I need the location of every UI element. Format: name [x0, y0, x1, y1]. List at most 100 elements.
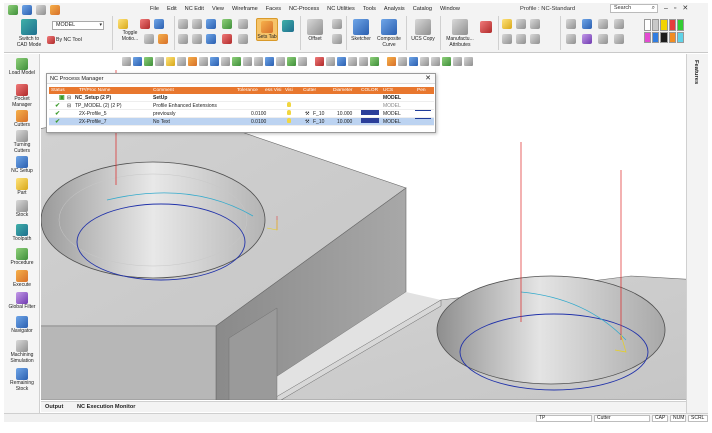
box-icon[interactable]	[158, 34, 168, 44]
left-panel-item-machining-simulation[interactable]: Machining Simulation	[4, 340, 40, 364]
menu-item-catalog[interactable]: Catalog	[409, 3, 436, 15]
rotate-icon[interactable]	[582, 19, 592, 29]
toolbar-tool-icon[interactable]	[144, 57, 153, 66]
table-row[interactable]: ✔ 2X-Profile_5 previously 0.0100 ⚒ F_10 10.000…	[49, 110, 434, 118]
column-header[interactable]: Pen	[417, 87, 426, 94]
column-header[interactable]: ess Visi	[265, 87, 281, 94]
toolbar-tool-icon[interactable]	[265, 57, 274, 66]
menu-item-faces[interactable]: Faces	[262, 3, 285, 15]
palette-swatch[interactable]	[660, 19, 668, 31]
menu-item-nc-utilities[interactable]: NC Utilities	[323, 3, 359, 15]
light-icon[interactable]	[614, 19, 624, 29]
left-panel-item-procedure[interactable]: Procedure	[4, 248, 40, 267]
quick-undo-icon[interactable]	[36, 5, 46, 15]
grid-icon[interactable]	[192, 19, 202, 29]
toolbar-tool-icon[interactable]	[359, 57, 368, 66]
switch-to-cad-button[interactable]: Switch to CAD Mode	[10, 19, 48, 48]
table-row[interactable]: ▣ ⊟ NC_Setup (2 P) SetUp MODEL	[49, 94, 434, 102]
column-header[interactable]: Comment	[153, 87, 174, 94]
column-header[interactable]: UCS	[383, 87, 393, 94]
toolbar-tool-icon[interactable]	[210, 57, 219, 66]
menu-item-file[interactable]: File	[146, 3, 163, 15]
arc-icon[interactable]	[332, 34, 342, 44]
tab-nc-execution-monitor[interactable]: NC Execution Monitor	[77, 402, 135, 413]
color-icon[interactable]	[222, 34, 232, 44]
menu-item-nc-process[interactable]: NC-Process	[285, 3, 323, 15]
view-direction-icon[interactable]	[582, 34, 592, 44]
sketcher-button[interactable]: Sketcher	[348, 19, 374, 42]
palette-swatch[interactable]	[660, 31, 668, 43]
toolbar-tool-icon[interactable]	[464, 57, 473, 66]
toolbar-tool-icon[interactable]	[221, 57, 230, 66]
toolbar-tool-icon[interactable]	[166, 57, 175, 66]
note-icon[interactable]	[502, 19, 512, 29]
left-panel-item-global-filter[interactable]: Global Filter	[4, 292, 40, 311]
row-color-swatch[interactable]	[361, 110, 379, 115]
info-icon[interactable]	[192, 34, 202, 44]
quick-redo-icon[interactable]	[50, 5, 60, 15]
color-palette[interactable]	[644, 19, 684, 43]
toolbar-tool-icon[interactable]	[348, 57, 357, 66]
minimize-icon[interactable]: –	[664, 3, 668, 15]
toolbar-tool-icon[interactable]	[177, 57, 186, 66]
palette-swatch[interactable]	[644, 31, 652, 43]
column-header[interactable]: TP/Proc Name	[79, 87, 110, 94]
left-panel-item-turning-cutters[interactable]: Turning Cutters	[4, 130, 40, 154]
camera-icon[interactable]	[178, 34, 188, 44]
left-panel-item-load-model[interactable]: Load Model	[4, 58, 40, 77]
expand-icon[interactable]: ⊟	[67, 102, 71, 110]
palette-swatch[interactable]	[652, 31, 660, 43]
tab-output[interactable]: Output	[45, 402, 63, 413]
palette-swatch[interactable]	[676, 19, 684, 31]
quick-open-icon[interactable]	[22, 5, 32, 15]
toolbar-tool-icon[interactable]	[337, 57, 346, 66]
left-panel-item-remaining-stock[interactable]: Remaining Stock	[4, 368, 40, 392]
material-icon[interactable]	[614, 34, 624, 44]
visibility-bulb-icon[interactable]	[287, 102, 291, 107]
left-panel-item-nc-setup[interactable]: NC Setup	[4, 156, 40, 175]
nc-process-manager-dialog[interactable]: NC Process Manager ✕ Status TP/Proc Name C…	[46, 73, 436, 133]
toolbar-tool-icon[interactable]	[243, 57, 252, 66]
toolbar-tool-icon[interactable]	[409, 57, 418, 66]
text-icon[interactable]	[502, 34, 512, 44]
column-header[interactable]: Status	[51, 87, 65, 94]
menu-item-analysis[interactable]: Analysis	[380, 3, 409, 15]
left-panel-item-navigator[interactable]: Navigator	[4, 316, 40, 335]
menu-item-window[interactable]: Window	[436, 3, 464, 15]
column-header[interactable]: Cutter	[303, 87, 316, 94]
left-panel-item-execute[interactable]: Execute	[4, 270, 40, 289]
palette-swatch[interactable]	[668, 31, 676, 43]
toolbar-tool-icon[interactable]	[155, 57, 164, 66]
select-all-icon[interactable]	[118, 19, 128, 29]
left-panel-item-stock[interactable]: Stock	[4, 200, 40, 219]
zoom-icon[interactable]	[566, 19, 576, 29]
toolbar-tool-icon[interactable]	[298, 57, 307, 66]
manufacturing-attributes-button[interactable]: Manufactu... Attributes	[442, 19, 478, 48]
layer-manager-icon[interactable]	[282, 20, 294, 32]
dimension-icon[interactable]	[530, 19, 540, 29]
left-panel-item-cutters[interactable]: Cutters	[4, 110, 40, 129]
row-color-swatch[interactable]	[361, 118, 379, 123]
filter-icon[interactable]	[140, 19, 150, 29]
pan-icon[interactable]	[566, 34, 576, 44]
measure-icon[interactable]	[144, 34, 154, 44]
symbol-icon[interactable]	[530, 34, 540, 44]
palette-swatch[interactable]	[668, 19, 676, 31]
palette-swatch[interactable]	[652, 19, 660, 31]
wireframe-icon[interactable]	[222, 19, 232, 29]
toggle-motion-button[interactable]: Toggle Motio...	[116, 30, 144, 42]
visibility-bulb-icon[interactable]	[287, 110, 291, 115]
palette-swatch[interactable]	[676, 31, 684, 43]
toolbar-tool-icon[interactable]	[133, 57, 142, 66]
toolbar-tool-icon[interactable]	[453, 57, 462, 66]
left-panel-item-pocket-manager[interactable]: Pocket Manager	[4, 84, 40, 108]
toolbar-tool-icon[interactable]	[387, 57, 396, 66]
expand-icon[interactable]: ⊟	[67, 94, 71, 102]
toolbar-tool-icon[interactable]	[315, 57, 324, 66]
ucs-copy-button[interactable]: UCS Copy	[408, 19, 438, 42]
toolbar-tool-icon[interactable]	[398, 57, 407, 66]
toolbar-tool-icon[interactable]	[326, 57, 335, 66]
column-header[interactable]: Visi	[285, 87, 293, 94]
offset-button[interactable]: Offset	[302, 19, 328, 42]
leader-icon[interactable]	[516, 34, 526, 44]
